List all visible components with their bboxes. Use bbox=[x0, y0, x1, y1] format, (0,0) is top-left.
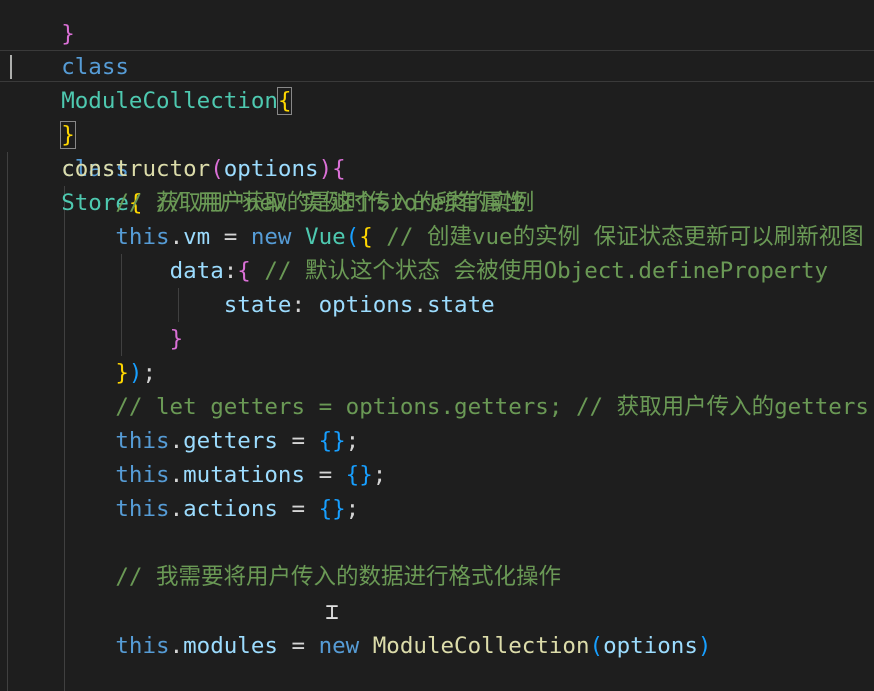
property: state bbox=[426, 292, 495, 318]
operator: = bbox=[277, 428, 319, 454]
comment: // let getters = options.getters; // 获取用… bbox=[115, 394, 869, 420]
punct: : bbox=[291, 292, 319, 318]
operator: = bbox=[210, 224, 251, 250]
punct: . bbox=[169, 224, 184, 250]
property-key: data bbox=[169, 258, 224, 284]
punct: . bbox=[169, 633, 184, 659]
operator: = bbox=[277, 496, 319, 522]
code-line[interactable]: this.vm = new Vue({ // 创建vue的实例 保证状态更新可以… bbox=[7, 220, 864, 254]
brace: } bbox=[332, 496, 346, 522]
code-line[interactable]: this.actions = {}; bbox=[7, 492, 359, 526]
code-line[interactable]: class ModuleCollection{ bbox=[7, 16, 293, 115]
code-line[interactable]: this.modules = new ModuleCollection(opti… bbox=[7, 629, 711, 663]
property-key: state bbox=[223, 292, 292, 318]
property: vm bbox=[183, 224, 211, 250]
operator: = bbox=[305, 462, 346, 488]
comment: // 我需要将用户传入的数据进行格式化操作 bbox=[115, 564, 562, 590]
paren: ) bbox=[318, 156, 333, 182]
keyword-new: new bbox=[250, 224, 292, 250]
paren: ( bbox=[210, 156, 224, 182]
paren: ) bbox=[697, 633, 712, 659]
code-line[interactable]: } bbox=[7, 84, 76, 149]
keyword-this: this bbox=[115, 496, 170, 522]
current-line-highlight bbox=[0, 50, 874, 82]
punct: . bbox=[413, 292, 427, 318]
class-name: Vue bbox=[305, 224, 346, 250]
comment: // 默认这个状态 会被使用Object.defineProperty bbox=[250, 258, 829, 284]
keyword-this: this bbox=[115, 633, 170, 659]
punct: : bbox=[223, 258, 238, 284]
keyword-this: this bbox=[115, 428, 170, 454]
code-line[interactable]: this.getters = {}; bbox=[7, 424, 359, 458]
punct: ; bbox=[372, 462, 387, 488]
brace: } bbox=[115, 360, 129, 386]
punct: . bbox=[169, 428, 184, 454]
punct: . bbox=[169, 462, 184, 488]
code-line[interactable]: this.mutations = {}; bbox=[7, 458, 386, 492]
operator: = bbox=[277, 633, 319, 659]
code-line[interactable]: // 获取用户new 实例时传入的所有属性 bbox=[7, 186, 525, 220]
brace: } bbox=[169, 326, 184, 352]
punct: ; bbox=[142, 360, 157, 386]
code-line[interactable]: // let getters = options.getters; // 获取用… bbox=[7, 390, 869, 424]
punct: . bbox=[169, 496, 184, 522]
property: modules bbox=[183, 633, 278, 659]
class-name: ModuleCollection bbox=[61, 88, 278, 114]
argument: options bbox=[603, 633, 698, 659]
punct: ; bbox=[345, 428, 360, 454]
ibeam-cursor-icon: ⌶ bbox=[325, 600, 339, 625]
paren: ) bbox=[128, 360, 143, 386]
code-line[interactable]: } bbox=[7, 0, 75, 47]
brace: } bbox=[359, 462, 373, 488]
constructor-call: ModuleCollection bbox=[372, 633, 590, 659]
property: mutations bbox=[183, 462, 306, 488]
keyword: class bbox=[61, 54, 129, 80]
keyword-new: new bbox=[318, 633, 360, 659]
brace: { bbox=[345, 462, 360, 488]
keyword-this: this bbox=[115, 224, 170, 250]
code-line[interactable]: class Store{ // 用户获取的是这个Store类的实例 bbox=[7, 118, 534, 216]
brace: { bbox=[237, 258, 251, 284]
code-line[interactable]: data:{ // 默认这个状态 会被使用Object.defineProper… bbox=[7, 254, 828, 288]
code-line[interactable]: } bbox=[7, 322, 184, 356]
property: actions bbox=[183, 496, 278, 522]
keyword-this: this bbox=[115, 462, 170, 488]
brace: { bbox=[332, 156, 346, 182]
variable: options bbox=[318, 292, 414, 318]
param: options bbox=[223, 156, 319, 182]
comment: // 获取用户new 实例时传入的所有属性 bbox=[115, 190, 526, 216]
comment: // 创建vue的实例 保证状态更新可以刷新视图 bbox=[372, 224, 864, 250]
code-line[interactable]: }); bbox=[7, 356, 156, 390]
function-name: constructor bbox=[61, 156, 211, 182]
paren: ( bbox=[589, 633, 604, 659]
matched-brace: { bbox=[276, 87, 293, 115]
brace: } bbox=[332, 428, 346, 454]
code-editor[interactable]: } class ModuleCollection{ } class Store{… bbox=[0, 0, 874, 691]
property: getters bbox=[183, 428, 278, 454]
brace: { bbox=[318, 496, 333, 522]
brace: { bbox=[318, 428, 333, 454]
brace: { bbox=[359, 224, 373, 250]
code-line[interactable]: constructor(options){ bbox=[7, 152, 346, 186]
paren: ( bbox=[345, 224, 360, 250]
code-line[interactable]: // 我需要将用户传入的数据进行格式化操作 bbox=[7, 560, 561, 594]
code-line[interactable]: state: options.state bbox=[7, 288, 495, 322]
punct: ; bbox=[345, 496, 360, 522]
